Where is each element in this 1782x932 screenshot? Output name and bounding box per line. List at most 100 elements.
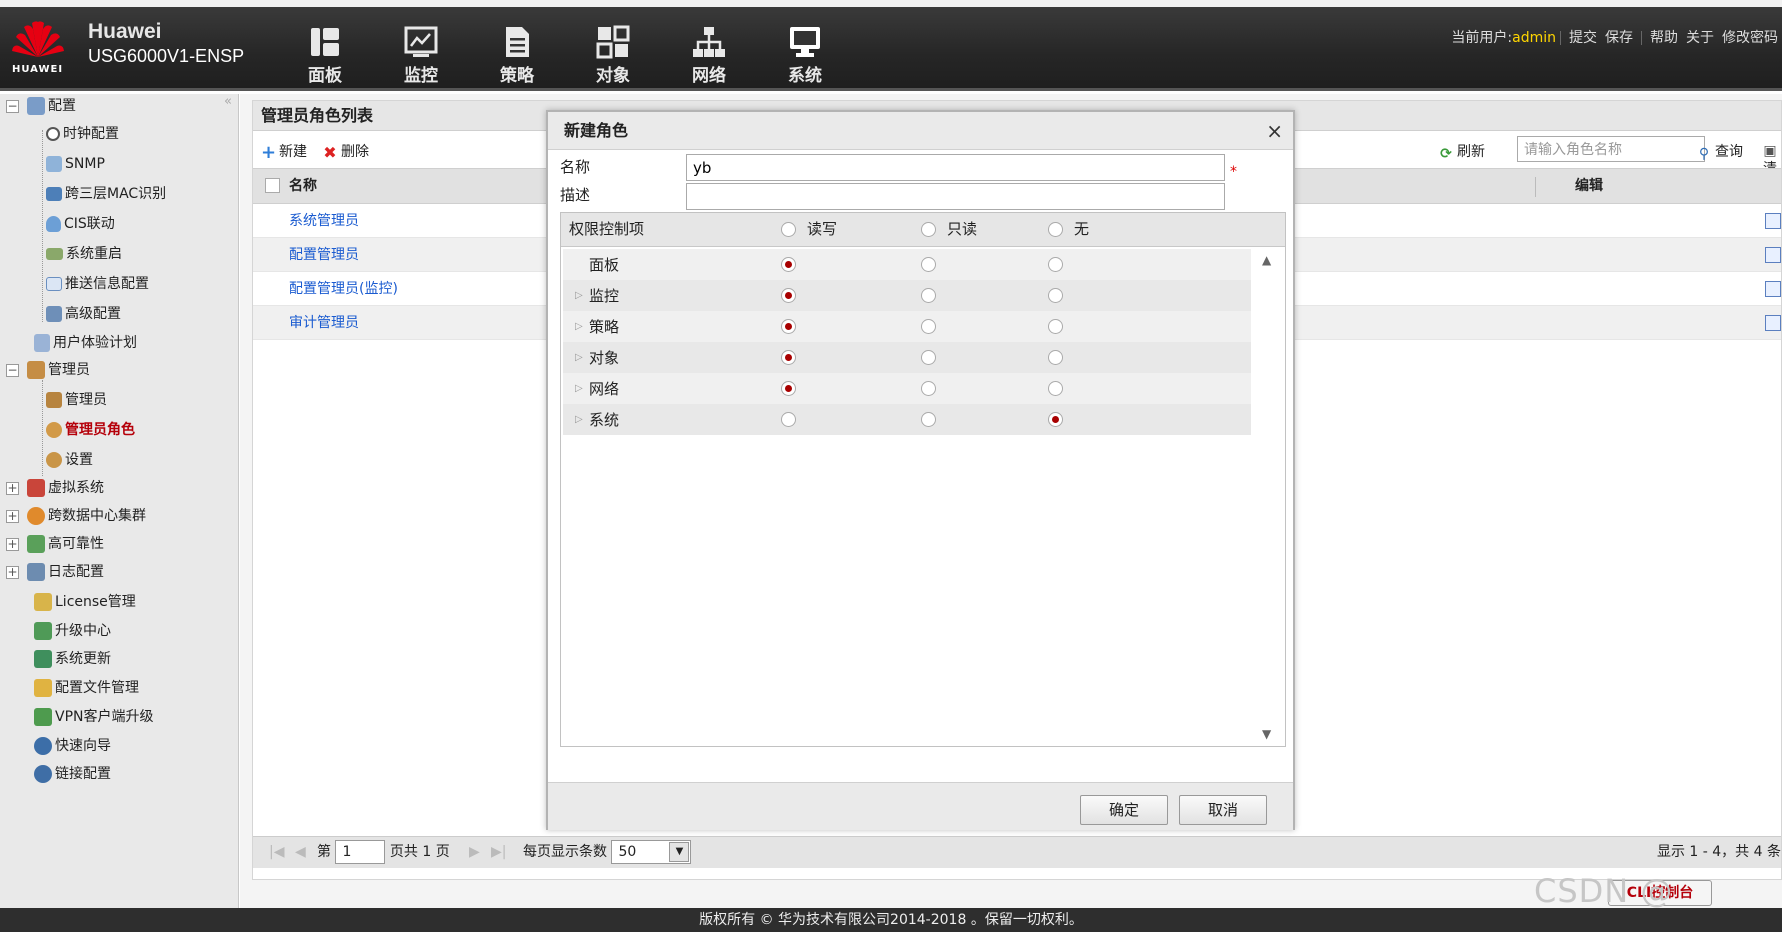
tree-item-config[interactable]: − 配置 xyxy=(6,95,76,117)
tree-item-mac[interactable]: 跨三层MAC识别 xyxy=(46,183,166,205)
permission-rw-radio[interactable] xyxy=(781,288,796,303)
permission-ro-radio[interactable] xyxy=(921,381,936,396)
permission-ro-radio[interactable] xyxy=(921,350,936,365)
nav-dashboard[interactable]: 面板 xyxy=(290,25,360,86)
permission-none-radio[interactable] xyxy=(1048,381,1063,396)
save-link[interactable]: 保存 xyxy=(1605,30,1633,46)
expand-triangle-icon[interactable]: ▷ xyxy=(575,311,583,343)
nav-monitor[interactable]: 监控 xyxy=(386,25,456,86)
page-input[interactable]: 1 xyxy=(335,840,386,864)
edit-icon[interactable] xyxy=(1765,315,1781,331)
role-desc-input[interactable] xyxy=(686,183,1225,210)
permission-none-radio[interactable] xyxy=(1048,412,1063,427)
role-link[interactable]: 系统管理员 xyxy=(289,204,359,238)
tree-item-config-file[interactable]: 配置文件管理 xyxy=(34,677,139,699)
tree-item-vpn[interactable]: VPN客户端升级 xyxy=(34,706,154,728)
close-icon[interactable]: × xyxy=(1266,112,1283,150)
permission-rw-radio[interactable] xyxy=(781,350,796,365)
select-all-none-radio[interactable] xyxy=(1048,222,1063,237)
permission-none-radio[interactable] xyxy=(1048,350,1063,365)
tree-item-push[interactable]: 推送信息配置 xyxy=(46,273,149,295)
role-link[interactable]: 配置管理员 xyxy=(289,238,359,272)
per-page-select[interactable]: 50 ▼ xyxy=(611,840,692,864)
permission-rw-radio[interactable] xyxy=(781,319,796,334)
ok-button[interactable]: 确定 xyxy=(1080,795,1168,825)
tree-item-cluster[interactable]: + 跨数据中心集群 xyxy=(6,505,146,527)
expand-icon[interactable]: + xyxy=(6,509,19,523)
collapse-icon[interactable]: − xyxy=(6,99,19,113)
tree-item-vsys[interactable]: + 虚拟系统 xyxy=(6,477,104,499)
permission-ro-radio[interactable] xyxy=(921,288,936,303)
scroll-down-icon[interactable]: ▼ xyxy=(1262,727,1271,741)
tree-item-link[interactable]: 链接配置 xyxy=(34,763,111,785)
tree-item-clock[interactable]: 时钟配置 xyxy=(46,123,119,145)
expand-triangle-icon[interactable]: ▷ xyxy=(575,373,583,405)
tree-item-admin-user[interactable]: 管理员 xyxy=(46,389,107,411)
new-button[interactable]: + 新建 xyxy=(261,141,307,162)
permission-ro-radio[interactable] xyxy=(921,257,936,272)
select-all-ro-radio[interactable] xyxy=(921,222,936,237)
refresh-button[interactable]: ⟳ 刷新 xyxy=(1439,141,1485,161)
expand-icon[interactable]: + xyxy=(6,537,19,551)
change-password-link[interactable]: 修改密码 xyxy=(1722,30,1778,46)
edit-icon[interactable] xyxy=(1765,247,1781,263)
nav-network[interactable]: 网络 xyxy=(674,25,744,86)
snmp-icon xyxy=(46,156,62,172)
permission-none-radio[interactable] xyxy=(1048,257,1063,272)
tree-item-admin[interactable]: − 管理员 xyxy=(6,359,90,381)
expand-icon[interactable]: + xyxy=(6,481,19,495)
scroll-up-icon[interactable]: ▲ xyxy=(1262,253,1271,267)
prev-page-icon[interactable]: ◀ xyxy=(295,837,306,867)
permission-ro-radio[interactable] xyxy=(921,319,936,334)
tree-item-advanced[interactable]: 高级配置 xyxy=(46,303,121,325)
role-link[interactable]: 审计管理员 xyxy=(289,306,359,340)
tree-item-restart[interactable]: 系统重启 xyxy=(46,243,122,265)
grid-scrollbar[interactable]: ▲ ▼ xyxy=(1251,247,1285,746)
expand-triangle-icon[interactable]: ▷ xyxy=(575,342,583,374)
tree-item-upgrade[interactable]: 升级中心 xyxy=(34,620,111,642)
edit-icon[interactable] xyxy=(1765,281,1781,297)
next-page-icon[interactable]: ▶ xyxy=(469,837,480,867)
tree-item-settings[interactable]: 设置 xyxy=(46,449,93,471)
permission-none-radio[interactable] xyxy=(1048,288,1063,303)
tree-item-update[interactable]: 系统更新 xyxy=(34,648,111,670)
tree-item-log[interactable]: + 日志配置 xyxy=(6,561,104,583)
tree-item-ha[interactable]: + 高可靠性 xyxy=(6,533,104,555)
nav-system[interactable]: 系统 xyxy=(770,25,840,86)
permission-ro-radio[interactable] xyxy=(921,412,936,427)
nav-object[interactable]: 对象 xyxy=(578,25,648,86)
tree-item-cis[interactable]: CIS联动 xyxy=(46,213,115,235)
role-link[interactable]: 配置管理员(监控) xyxy=(289,272,398,306)
help-link[interactable]: 帮助 xyxy=(1650,30,1678,46)
permission-rw-radio[interactable] xyxy=(781,412,796,427)
permission-rw-radio[interactable] xyxy=(781,257,796,272)
permission-none-radio[interactable] xyxy=(1048,319,1063,334)
nav-system-label: 系统 xyxy=(788,66,822,86)
first-page-icon[interactable]: |◀ xyxy=(269,837,284,867)
select-all-rw-radio[interactable] xyxy=(781,222,796,237)
dialog-body: 名称 * 描述 权限控制项 读写 只读 无 面板 ▷ 监控 ▷ 策略 ▷ 对象 ▷ 网络 ▷ 系统 … xyxy=(548,150,1293,782)
tree-item-experience[interactable]: 用户体验计划 xyxy=(34,332,137,354)
submit-link[interactable]: 提交 xyxy=(1569,30,1597,46)
tree-item-snmp[interactable]: SNMP xyxy=(46,153,105,175)
nav-policy[interactable]: 策略 xyxy=(482,25,552,86)
collapse-icon[interactable]: − xyxy=(6,363,19,377)
expand-icon[interactable]: + xyxy=(6,565,19,579)
expand-triangle-icon[interactable]: ▷ xyxy=(575,280,583,312)
about-link[interactable]: 关于 xyxy=(1686,30,1714,46)
cancel-button[interactable]: 取消 xyxy=(1179,795,1267,825)
query-button[interactable]: ⚲ 查询 xyxy=(1697,141,1743,161)
delete-button[interactable]: ✖ 删除 xyxy=(323,141,369,161)
last-page-icon[interactable]: ▶| xyxy=(491,837,506,867)
select-all-checkbox[interactable] xyxy=(265,178,280,193)
tree-item-wizard[interactable]: 快速向导 xyxy=(34,735,111,757)
permission-rw-radio[interactable] xyxy=(781,381,796,396)
tree-item-license[interactable]: License管理 xyxy=(34,591,136,613)
expand-triangle-icon[interactable]: ▷ xyxy=(575,404,583,436)
role-search-input[interactable] xyxy=(1517,136,1705,162)
tree-item-admin-role[interactable]: 管理员角色 xyxy=(46,419,135,441)
edit-icon[interactable] xyxy=(1765,213,1781,229)
role-name-input[interactable] xyxy=(686,154,1225,181)
collapse-sidebar-icon[interactable]: « xyxy=(224,94,232,109)
header: HUAWEI Huawei USG6000V1-ENSP 面板 监控 策略 对象… xyxy=(0,7,1782,91)
